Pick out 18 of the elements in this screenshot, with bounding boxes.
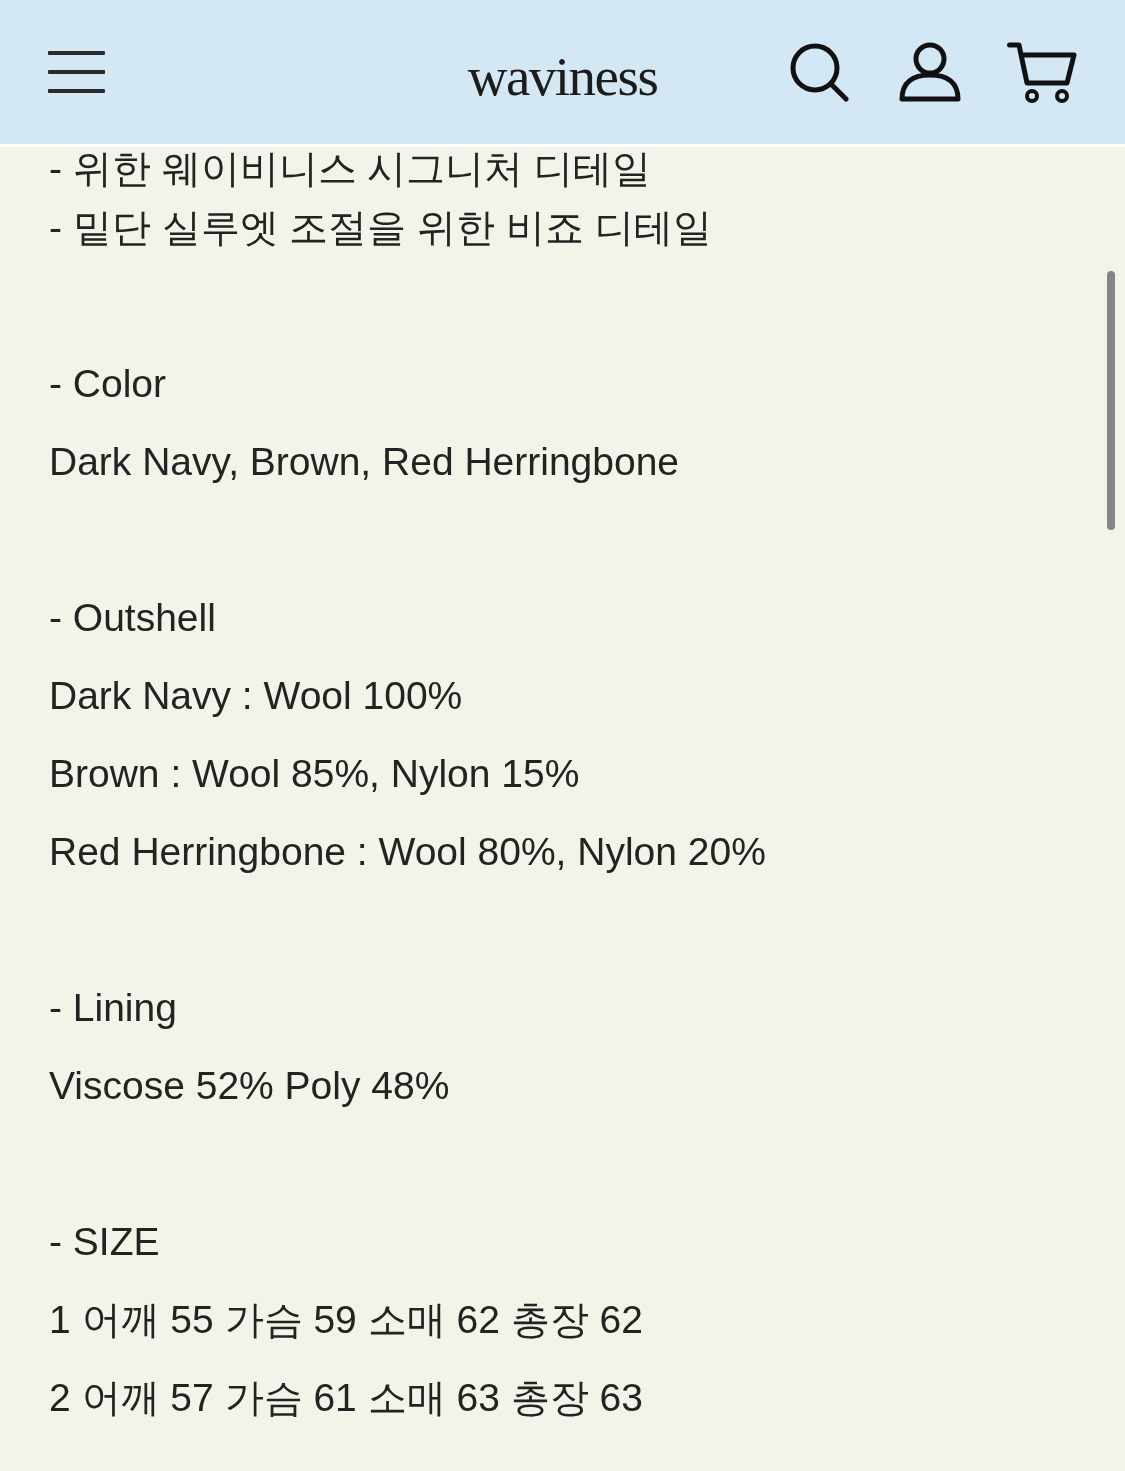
- description-line: - Outshell: [49, 595, 216, 641]
- description-line: - Color: [49, 361, 167, 407]
- description-line: - 위한 웨이비니스 시그니처 디테일: [49, 149, 652, 189]
- brand-logo[interactable]: waviness: [467, 40, 658, 104]
- description-line: Red Herringbone : Wool 80%, Nylon 20%: [49, 829, 766, 875]
- description-line: - 밑단 실루엣 조절을 위한 비죠 디테일: [49, 205, 712, 251]
- description-line: Viscose 52% Poly 48%: [49, 1063, 450, 1109]
- description-line: Brown : Wool 85%, Nylon 15%: [49, 751, 580, 797]
- description-line: - Lining: [49, 985, 177, 1031]
- menu-icon[interactable]: [48, 51, 105, 93]
- description-line: Dark Navy, Brown, Red Herringbone: [49, 439, 680, 485]
- user-icon[interactable]: [899, 42, 961, 102]
- cart-icon[interactable]: [1007, 41, 1077, 103]
- description-line: Dark Navy : Wool 100%: [49, 673, 463, 719]
- search-icon[interactable]: [789, 42, 849, 102]
- description-line: 2 어깨 57 가슴 61 소매 63 총장 63: [49, 1375, 643, 1421]
- description-line: 1 어깨 55 가슴 59 소매 62 총장 62: [49, 1297, 643, 1343]
- description-line: - SIZE: [49, 1219, 160, 1265]
